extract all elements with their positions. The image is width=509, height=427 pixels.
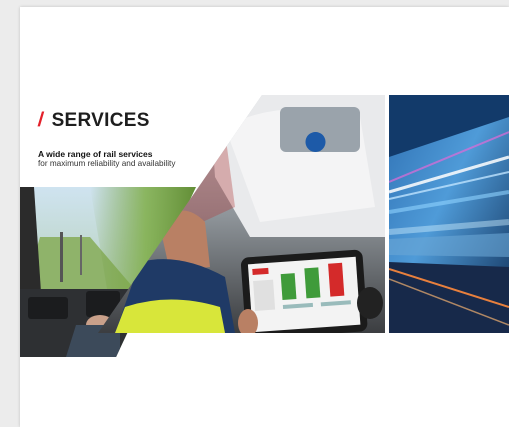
light-trail-train-photo <box>389 95 509 333</box>
brochure-page: / SERVICES A wide range of rail services… <box>20 7 509 427</box>
photo-collage <box>20 95 509 357</box>
